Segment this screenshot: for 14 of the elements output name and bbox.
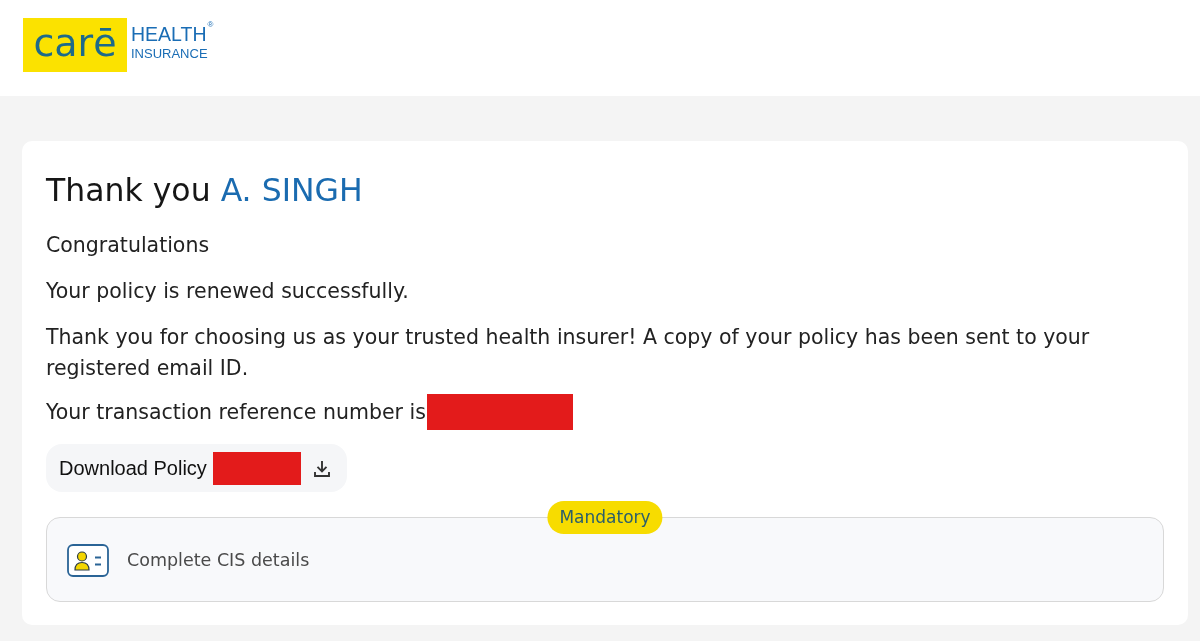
download-icon xyxy=(313,459,330,477)
mandatory-badge: Mandatory xyxy=(547,501,663,534)
thank-you-heading: Thank you A. SINGH xyxy=(46,171,364,210)
message-text: Your policy is renewed successfully. xyxy=(46,278,410,305)
id-card-icon xyxy=(67,544,109,577)
cis-details-label: Complete CIS details xyxy=(127,549,310,570)
message-text: Thank you for choosing us as your trusted health insurer! A copy of your policy has been sent to your registered email ID. xyxy=(46,324,1091,382)
reference-number-label: Your transaction reference number is xyxy=(46,398,426,426)
registered-mark: ® xyxy=(207,21,214,29)
logo-insurance-text: INSURANCE xyxy=(131,46,209,61)
message-text: Congratulations xyxy=(46,232,211,259)
logo-wordmark: carē xyxy=(23,18,127,72)
download-policy-button[interactable]: Download Policy xyxy=(46,444,347,492)
logo-health-text: HEALTH xyxy=(131,24,207,44)
